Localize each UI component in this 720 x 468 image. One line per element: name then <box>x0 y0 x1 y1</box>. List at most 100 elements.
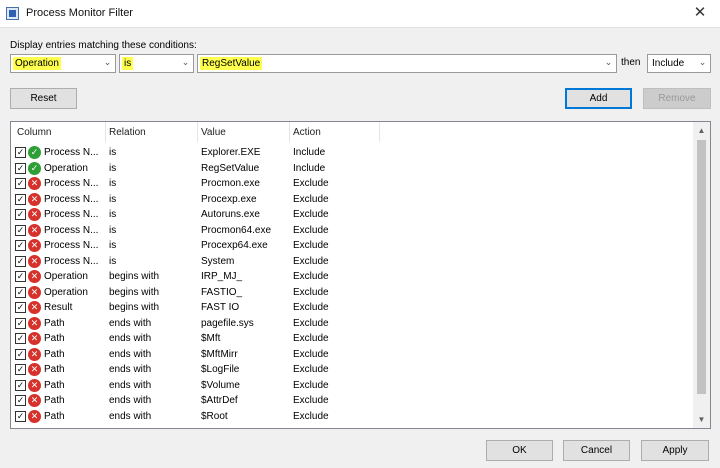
row-action: Exclude <box>293 333 329 344</box>
exclude-icon: ✕ <box>28 192 41 206</box>
row-checkbox[interactable]: ✓ <box>15 364 26 375</box>
row-checkbox[interactable]: ✓ <box>15 348 26 360</box>
row-checkbox[interactable]: ✓ <box>15 193 26 205</box>
chevron-down-icon: ⌄ <box>103 57 112 67</box>
row-relation: is <box>109 255 117 267</box>
value-combobox[interactable]: RegSetValue ⌄ <box>197 54 617 73</box>
row-checkbox[interactable]: ✓ <box>15 209 26 220</box>
table-row[interactable]: ✓ ✕ Path ends with pagefile.sys Exclude <box>11 316 701 332</box>
remove-button[interactable]: Remove <box>643 88 711 109</box>
row-checkbox[interactable]: ✓ <box>15 333 26 344</box>
row-column: Path <box>44 348 65 360</box>
table-row[interactable]: ✓ ✕ Path ends with $AttrDef Exclude <box>11 393 701 409</box>
row-value: Procexp64.exe <box>201 240 268 251</box>
row-checkbox[interactable]: ✓ <box>15 410 26 422</box>
relation-value: is <box>122 57 134 70</box>
row-action: Exclude <box>293 224 329 236</box>
row-checkbox[interactable]: ✓ <box>15 224 26 236</box>
header-divider <box>289 122 290 142</box>
exclude-icon: ✕ <box>28 285 41 299</box>
row-relation: is <box>109 193 117 205</box>
ok-button[interactable]: OK <box>486 440 553 461</box>
row-checkbox[interactable]: ✓ <box>15 178 26 189</box>
row-checkbox[interactable]: ✓ <box>15 147 26 158</box>
title-bar: Process Monitor Filter ✕ <box>0 0 720 28</box>
exclude-icon: ✕ <box>28 378 41 392</box>
filter-list[interactable]: Column Relation Value Action ✓ ✓ Process N… <box>10 121 711 429</box>
table-row[interactable]: ✓ ✕ Process N... is Procexp64.exe Exclude <box>11 238 701 254</box>
add-button[interactable]: Add <box>565 88 632 109</box>
header-divider <box>197 122 198 142</box>
row-column: Path <box>44 317 65 329</box>
column-dropdown[interactable]: Operation ⌄ <box>10 54 116 73</box>
table-row[interactable]: ✓ ✕ Process N... is Autoruns.exe Exclude <box>11 207 701 223</box>
table-row[interactable]: ✓ ✕ Process N... is System Exclude <box>11 254 701 270</box>
chevron-down-icon: ⌄ <box>604 57 613 67</box>
row-action: Exclude <box>293 240 329 251</box>
row-column: Path <box>44 364 65 375</box>
header-relation[interactable]: Relation <box>109 127 146 138</box>
row-value: FAST IO <box>201 302 240 313</box>
exclude-icon: ✕ <box>28 223 41 237</box>
row-action: Exclude <box>293 302 329 313</box>
action-dropdown[interactable]: Include ⌄ <box>647 54 711 73</box>
table-row[interactable]: ✓ ✕ Process N... is Procmon64.exe Exclude <box>11 223 701 239</box>
scroll-down-icon[interactable]: ▼ <box>693 411 710 428</box>
row-value: System <box>201 255 235 267</box>
table-row[interactable]: ✓ ✕ Path ends with $Root Exclude <box>11 409 701 425</box>
row-action: Exclude <box>293 364 329 375</box>
row-action: Exclude <box>293 379 329 391</box>
row-checkbox[interactable]: ✓ <box>15 162 26 174</box>
row-column: Process N... <box>44 240 99 251</box>
row-value: Autoruns.exe <box>201 209 260 220</box>
row-action: Exclude <box>293 348 329 360</box>
table-row[interactable]: ✓ ✕ Path ends with $MftMirr Exclude <box>11 347 701 363</box>
row-value: $Mft <box>201 333 221 344</box>
row-relation: ends with <box>109 364 152 375</box>
scroll-thumb[interactable] <box>697 140 706 394</box>
table-row[interactable]: ✓ ✕ Path ends with $Mft Exclude <box>11 331 701 347</box>
reset-button[interactable]: Reset <box>10 88 77 109</box>
table-row[interactable]: ✓ ✓ Operation is RegSetValue Include <box>11 161 701 177</box>
table-row[interactable]: ✓ ✕ Process N... is Procmon.exe Exclude <box>11 176 701 192</box>
cancel-button[interactable]: Cancel <box>563 440 630 461</box>
close-button[interactable]: ✕ <box>680 0 720 28</box>
row-value: RegSetValue <box>201 162 260 174</box>
row-checkbox[interactable]: ✓ <box>15 286 26 298</box>
table-row[interactable]: ✓ ✕ Operation begins with IRP_MJ_ Exclude <box>11 269 701 285</box>
header-value[interactable]: Value <box>201 127 226 138</box>
row-value: $MftMirr <box>201 348 238 360</box>
row-column: Process N... <box>44 178 99 189</box>
exclude-icon: ✕ <box>28 409 41 423</box>
vertical-scrollbar[interactable]: ▲ ▼ <box>693 122 710 428</box>
row-relation: is <box>109 209 117 220</box>
table-row[interactable]: ✓ ✕ Path ends with $LogFile Exclude <box>11 362 701 378</box>
row-checkbox[interactable]: ✓ <box>15 379 26 391</box>
app-icon <box>6 7 19 20</box>
header-action[interactable]: Action <box>293 127 321 138</box>
row-checkbox[interactable]: ✓ <box>15 317 26 329</box>
scroll-up-icon[interactable]: ▲ <box>693 122 710 139</box>
row-checkbox[interactable]: ✓ <box>15 240 26 251</box>
row-checkbox[interactable]: ✓ <box>15 255 26 267</box>
table-row[interactable]: ✓ ✕ Path ends with $Volume Exclude <box>11 378 701 394</box>
header-column[interactable]: Column <box>17 127 51 138</box>
exclude-icon: ✕ <box>28 347 41 361</box>
row-checkbox[interactable]: ✓ <box>15 271 26 282</box>
row-relation: begins with <box>109 302 160 313</box>
row-checkbox[interactable]: ✓ <box>15 302 26 313</box>
apply-button[interactable]: Apply <box>641 440 709 461</box>
exclude-icon: ✕ <box>28 208 41 221</box>
row-value: FASTIO_ <box>201 286 243 298</box>
table-row[interactable]: ✓ ✕ Result begins with FAST IO Exclude <box>11 300 701 316</box>
row-action: Exclude <box>293 209 329 220</box>
table-row[interactable]: ✓ ✕ Operation begins with FASTIO_ Exclude <box>11 285 701 301</box>
row-relation: is <box>109 178 117 189</box>
then-label: then <box>621 57 641 68</box>
relation-dropdown[interactable]: is ⌄ <box>119 54 194 73</box>
row-relation: ends with <box>109 333 152 344</box>
table-row[interactable]: ✓ ✕ Process N... is Procexp.exe Exclude <box>11 192 701 208</box>
row-checkbox[interactable]: ✓ <box>15 395 26 406</box>
table-row[interactable]: ✓ ✓ Process N... is Explorer.EXE Include <box>11 145 701 161</box>
row-column: Process N... <box>44 224 99 236</box>
